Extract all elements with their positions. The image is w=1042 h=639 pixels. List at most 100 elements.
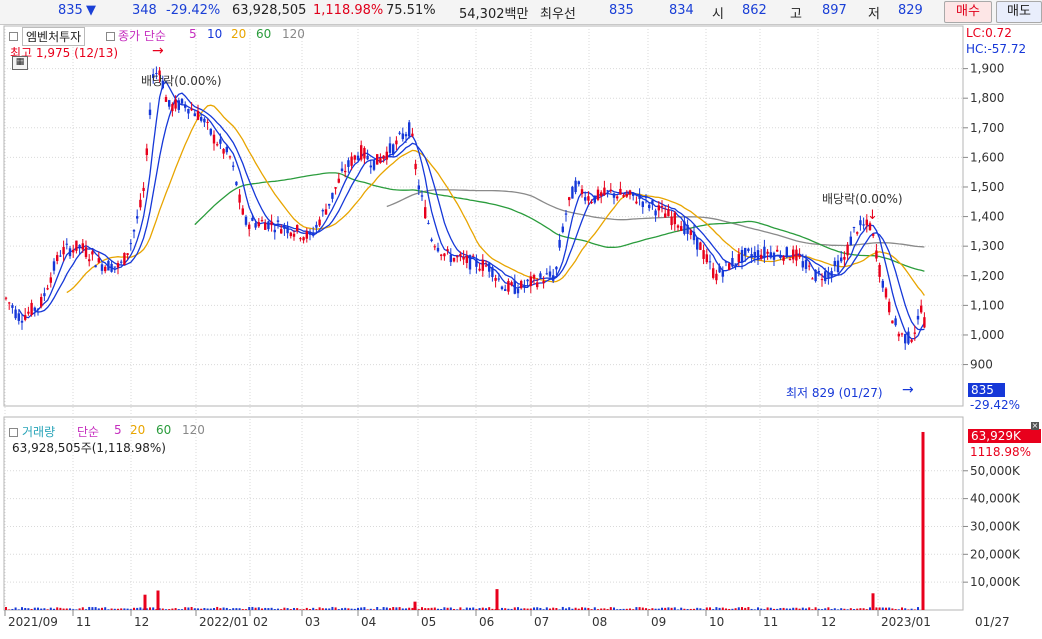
lc-label: LC:0.72: [966, 26, 1012, 40]
volume-bar: [245, 609, 247, 610]
candle-body: [462, 256, 465, 260]
volume-bar: [190, 606, 193, 610]
volume-bar: [744, 607, 747, 610]
trade-amount: 54,302백만: [459, 7, 529, 22]
dividend-note-2: 배당락(0.00%): [822, 192, 903, 206]
x-tick-label: 11: [763, 615, 778, 629]
volume-bar: [773, 608, 775, 610]
candle-body: [718, 266, 721, 273]
candle-body: [760, 254, 763, 259]
volume-bar: [401, 608, 404, 610]
candle-body: [84, 247, 88, 258]
candle-body: [868, 223, 872, 231]
candle-body: [472, 255, 475, 257]
best-label: 최우선: [540, 7, 576, 22]
candle-body: [804, 259, 808, 269]
volume-bar: [686, 609, 689, 610]
volume-bar: [267, 608, 270, 610]
volume-bar: [885, 607, 887, 610]
candle-body: [219, 139, 222, 144]
volume-bar: [664, 607, 667, 610]
volume-bar: [334, 607, 337, 610]
candle-body: [180, 98, 184, 104]
x-tick-label: 2022/01: [199, 615, 249, 629]
candle-body: [689, 230, 692, 235]
price-tick-label: 1,400: [970, 210, 1004, 224]
volume-bar: [737, 607, 740, 610]
candle-body: [884, 288, 888, 298]
candle-body: [923, 317, 926, 328]
volume-bar: [270, 607, 273, 610]
candle-body: [664, 213, 667, 218]
buy-button[interactable]: 매수: [944, 1, 992, 23]
volume-bar: [568, 607, 571, 610]
indicator-checkbox-icon[interactable]: [106, 32, 115, 41]
candle-body: [334, 187, 337, 189]
candle-body: [798, 255, 801, 258]
volume-bar: [427, 608, 430, 610]
volume-checkbox-icon[interactable]: [9, 428, 18, 437]
volume-bar: [590, 609, 593, 610]
vol-ma120-label: 120: [182, 423, 205, 437]
candle-body: [785, 247, 788, 258]
candle-body: [468, 255, 472, 270]
volume-bar: [725, 608, 727, 610]
candle-body: [542, 280, 545, 284]
stock-chart[interactable]: 2021/09 11 12 2022/01 02 03 04 05 06 07 08 09 10 11 12…: [0, 24, 1042, 636]
volume-bar: [539, 607, 542, 610]
table-icon[interactable]: ▦: [12, 56, 28, 70]
current-volume-box: 63,929K: [968, 429, 1041, 443]
volume-bar: [264, 607, 267, 610]
volume-bar: [11, 608, 14, 610]
volume-bar: [891, 608, 894, 610]
candle-body: [366, 155, 369, 160]
candle-body: [260, 220, 264, 222]
volume-bar: [606, 609, 609, 610]
sell-button[interactable]: 매도: [996, 1, 1042, 23]
settings-checkbox-icon[interactable]: [9, 32, 18, 41]
x-tick-label: 04: [361, 615, 376, 629]
candle-body: [641, 201, 644, 208]
candle-body: [696, 237, 699, 250]
volume-bar: [833, 608, 836, 610]
candle-body: [385, 151, 388, 160]
volume-bar: [779, 608, 782, 610]
candle-body: [590, 201, 593, 203]
candle-body: [244, 216, 248, 225]
volume-bar: [440, 609, 443, 610]
candle-body: [888, 301, 891, 313]
volume-bar: [597, 609, 599, 610]
volume-bar: [424, 608, 427, 610]
volume-bar: [101, 607, 103, 610]
price-tick-label: 1,100: [970, 298, 1004, 312]
candle-body: [654, 210, 657, 216]
volume-bar: [165, 609, 167, 610]
open-label: 시: [712, 7, 724, 22]
close-icon[interactable]: ×: [1031, 422, 1039, 430]
volume-bar: [430, 607, 433, 610]
candle-body: [788, 259, 792, 261]
volume-bar: [72, 609, 75, 610]
volume-bar: [107, 609, 110, 610]
candle-body: [638, 195, 641, 199]
candle-body: [318, 219, 321, 226]
candle-body: [872, 234, 875, 236]
volume-bar: [600, 608, 603, 610]
chart-area[interactable]: 2021/09 11 12 2022/01 02 03 04 05 06 07 08 09 10 11 12…: [0, 24, 1042, 636]
volume-bar: [46, 609, 49, 610]
candle-body: [392, 144, 395, 155]
candle-body: [667, 209, 670, 216]
volume-bar: [513, 607, 516, 610]
volume-bar: [200, 608, 203, 610]
volume-ratio: 1,118.98%: [313, 3, 384, 18]
candle-body: [747, 248, 750, 251]
volume-bar: [193, 608, 196, 610]
volume-bar: [718, 607, 721, 610]
volume-bar: [286, 608, 289, 610]
volume-bar: [257, 607, 260, 610]
volume-bar: [421, 607, 423, 610]
volume-bar: [27, 608, 30, 610]
candle-body: [913, 332, 916, 334]
candle-body: [251, 217, 254, 221]
candle-body: [753, 251, 756, 258]
